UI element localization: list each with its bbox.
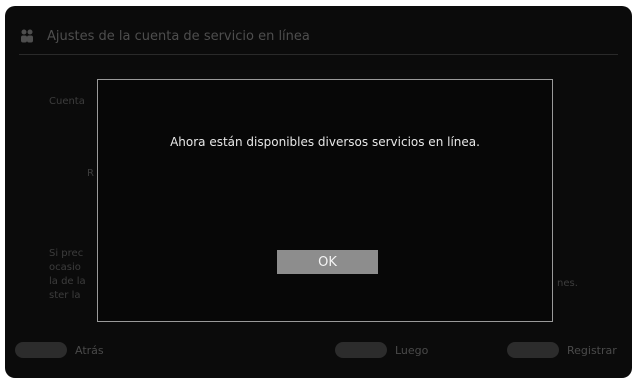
background-paragraph-line: ster la [49, 290, 81, 301]
background-paragraph-line: la de la [49, 276, 86, 287]
back-button-label: Atrás [75, 343, 104, 357]
back-button[interactable]: Atrás [15, 342, 104, 358]
register-button-pill [507, 342, 559, 358]
background-title: Ajustes de la cuenta de servicio en líne… [47, 28, 310, 44]
tv-screen: Ajustes de la cuenta de servicio en líne… [5, 6, 632, 378]
header-divider [19, 54, 618, 55]
dialog-message: Ahora están disponibles diversos servici… [170, 135, 480, 149]
register-button[interactable]: Registrar [507, 342, 617, 358]
back-button-pill [15, 342, 67, 358]
ok-button-label: OK [318, 254, 337, 270]
background-paragraph-line: ocasio [49, 262, 81, 273]
background-right-fragment: nes. [557, 278, 578, 289]
register-button-label: Registrar [567, 343, 617, 357]
info-dialog: Ahora están disponibles diversos servici… [97, 79, 553, 322]
ok-button[interactable]: OK [277, 250, 378, 274]
next-button-pill [335, 342, 387, 358]
background-section-label: Cuenta [49, 96, 85, 107]
background-paragraph-line: Si prec [49, 248, 84, 259]
people-icon [21, 29, 33, 43]
background-row-fragment: R [87, 168, 94, 179]
next-button-label: Luego [395, 343, 429, 357]
next-button[interactable]: Luego [335, 342, 428, 358]
background-header: Ajustes de la cuenta de servicio en líne… [19, 28, 310, 44]
